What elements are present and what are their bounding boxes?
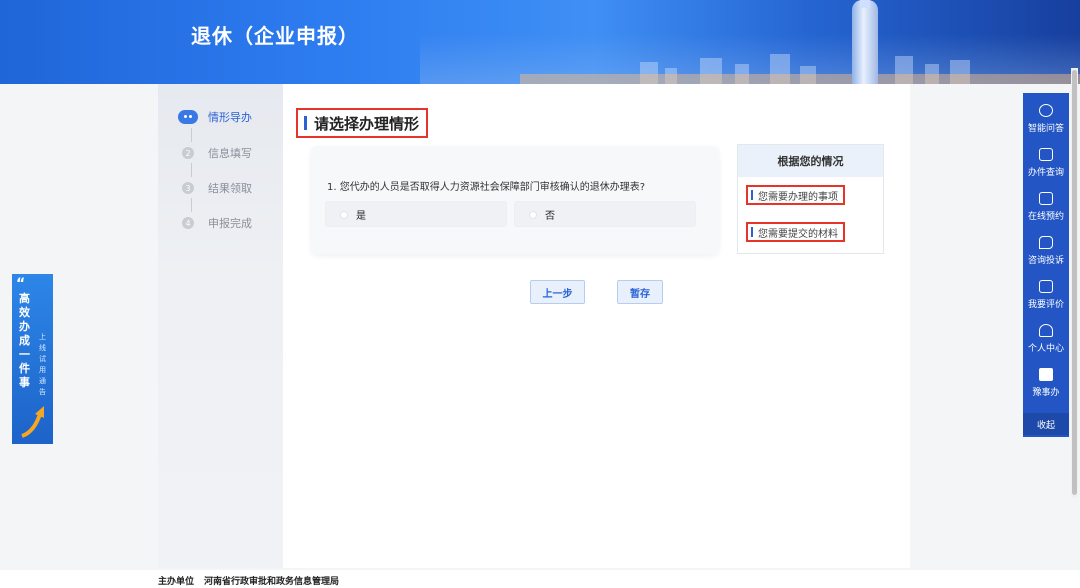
prev-button[interactable]: 上一步: [530, 280, 585, 304]
required-materials-link[interactable]: 您需要提交的材料: [746, 222, 845, 242]
step-navigation: 情形导办 2 信息填写 3 结果领取 4 申报完成: [158, 84, 283, 568]
calendar-icon: [1039, 192, 1053, 205]
step-label: 情形导办: [208, 111, 252, 124]
question-card: 1. 您代办的人员是否取得人力资源社会保障部门审核确认的退休办理表? 是 否: [311, 146, 719, 254]
edit-icon: [1039, 280, 1053, 293]
footer-label: 主办单位: [158, 577, 195, 587]
promo-title: 高效办成一件事: [19, 292, 30, 389]
side-toolbar: 智能问答 办件查询 在线预约 咨询投诉 我要评价 个人中心 豫事办 收起: [1023, 93, 1069, 437]
question-text: 1. 您代办的人员是否取得人力资源社会保障部门审核确认的退休办理表?: [327, 182, 646, 193]
step-label: 申报完成: [208, 217, 252, 230]
step-item-result[interactable]: 3 结果领取: [178, 180, 252, 196]
quote-icon: “: [16, 276, 26, 292]
step-item-guide[interactable]: 情形导办: [178, 109, 252, 125]
tower-image: [852, 0, 878, 84]
footer-org: 河南省行政审批和政务信息管理局: [204, 577, 340, 587]
tool-yushiban[interactable]: 豫事办: [1023, 361, 1069, 405]
tool-smart-qa[interactable]: 智能问答: [1023, 97, 1069, 141]
option-no[interactable]: 否: [514, 201, 696, 227]
tool-case-query[interactable]: 办件查询: [1023, 141, 1069, 185]
tool-online-booking[interactable]: 在线预约: [1023, 185, 1069, 229]
app-logo-icon: [1039, 368, 1053, 381]
tool-evaluate[interactable]: 我要评价: [1023, 273, 1069, 317]
situation-panel-title: 根据您的情况: [738, 145, 883, 177]
section-title: 请选择办理情形: [296, 108, 428, 138]
step-number: 3: [182, 182, 194, 194]
step-label: 结果领取: [208, 182, 252, 195]
scrollbar-thumb[interactable]: [1072, 70, 1077, 495]
radio-icon[interactable]: [340, 211, 348, 219]
rising-arrow-icon: [21, 406, 44, 438]
required-items-link[interactable]: 您需要办理的事项: [746, 185, 845, 205]
message-icon: [1039, 236, 1053, 249]
collapse-button[interactable]: 收起: [1023, 413, 1069, 435]
save-draft-button[interactable]: 暂存: [617, 280, 663, 304]
page-title: 退休（企业申报）: [191, 24, 359, 48]
step-label: 信息填写: [208, 147, 252, 160]
tool-complaint[interactable]: 咨询投诉: [1023, 229, 1069, 273]
promo-subtitle: 上线试用通告: [39, 333, 46, 396]
user-icon: [1039, 324, 1053, 337]
robot-icon: [178, 110, 198, 124]
tool-personal-center[interactable]: 个人中心: [1023, 317, 1069, 361]
promo-banner[interactable]: “ 高效办成一件事 上线试用通告: [12, 274, 53, 444]
situation-panel: 根据您的情况 您需要办理的事项 您需要提交的材料: [737, 144, 884, 254]
search-doc-icon: [1039, 148, 1053, 161]
footer: 主办单位 河南省行政审批和政务信息管理局: [0, 570, 1080, 588]
step-item-complete[interactable]: 4 申报完成: [178, 215, 252, 231]
radio-icon[interactable]: [529, 211, 537, 219]
step-item-info[interactable]: 2 信息填写: [178, 145, 252, 161]
header-banner: 退休（企业申报）: [0, 0, 1080, 84]
option-yes[interactable]: 是: [325, 201, 507, 227]
step-number: 2: [182, 147, 194, 159]
step-number: 4: [182, 217, 194, 229]
chat-bot-icon: [1039, 104, 1053, 117]
